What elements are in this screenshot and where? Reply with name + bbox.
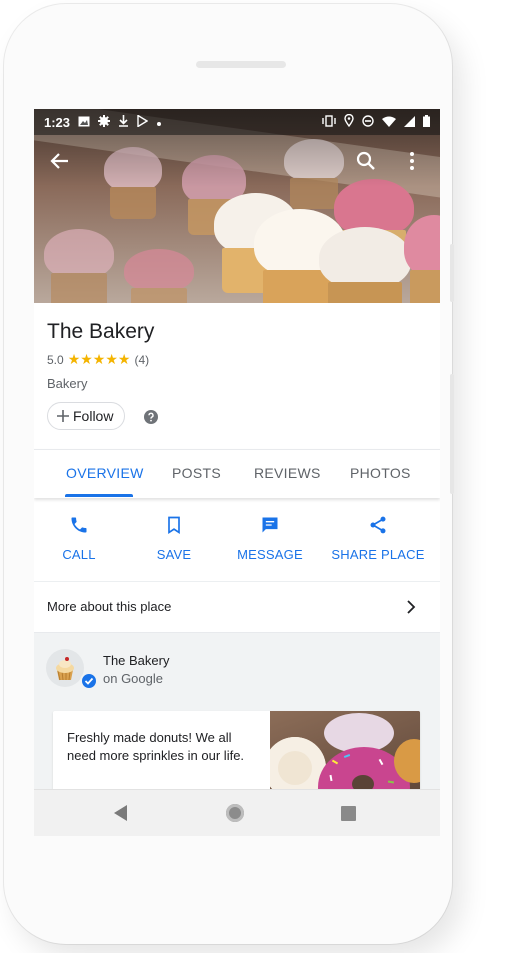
active-tab-indicator [65,494,133,497]
tab-posts[interactable]: POSTS [172,465,221,481]
vibrate-icon [322,114,336,130]
signal-icon [404,115,415,130]
avatar[interactable] [46,649,84,687]
follow-label: Follow [73,408,114,424]
phone-speaker [196,61,286,68]
back-arrow-icon[interactable] [48,149,72,173]
more-vert-icon[interactable] [404,149,420,173]
hero-photo[interactable] [34,109,440,303]
bookmark-icon [168,516,180,535]
tab-bar: OVERVIEW POSTS REVIEWS PHOTOS [34,449,440,498]
share-place-button[interactable]: SHARE PLACE [318,499,438,581]
nav-back-icon[interactable] [114,805,128,821]
tab-reviews[interactable]: REVIEWS [254,465,321,481]
search-icon[interactable] [354,149,378,173]
hero-toolbar [34,147,440,177]
action-row: CALL SAVE MESSAGE SHARE PLACE [34,499,440,582]
message-label: MESSAGE [237,547,303,562]
wifi-icon [382,115,396,130]
star-rating-icon: ★★★★★ [67,351,131,367]
plus-icon [57,410,69,422]
status-time: 1:23 [44,114,71,130]
phone-icon [71,517,87,533]
follow-button[interactable]: Follow [47,402,126,430]
volume-button [450,244,454,302]
settings-notification-icon [98,114,111,130]
cupcake-icon [56,657,74,681]
message-button[interactable]: MESSAGE [220,499,320,581]
download-icon [118,114,129,130]
tab-photos[interactable]: PHOTOS [350,465,411,481]
post-text: Freshly made donuts! We all need more sp… [67,730,245,763]
review-count: (4) [134,352,150,367]
place-name: The Bakery [47,320,155,343]
dot-icon [156,115,162,130]
location-icon [344,113,354,130]
share-place-label: SHARE PLACE [331,547,425,562]
posts-section: The Bakery on Google Freshly made donuts… [34,633,440,811]
more-about-row[interactable]: More about this place [34,582,440,633]
nav-home-icon[interactable] [226,804,244,822]
message-icon [262,517,278,533]
power-button [450,374,454,494]
call-button[interactable]: CALL [34,499,129,581]
rating-row[interactable]: 5.0 ★★★★★ (4) [47,351,149,368]
save-label: SAVE [156,547,192,562]
place-info: The Bakery 5.0 ★★★★★ (4) Bakery Follow [34,303,440,449]
tab-overview[interactable]: OVERVIEW [66,465,144,481]
owner-name[interactable]: The Bakery [103,653,169,668]
verified-badge-icon [80,672,98,690]
help-icon[interactable] [144,410,158,424]
chevron-right-icon [407,600,416,614]
more-about-label: More about this place [47,599,172,614]
hero-shade [34,109,440,303]
call-label: CALL [62,547,96,562]
do-not-disturb-icon [362,114,374,130]
phone-screen: 1:23 The Bakery 5.0 ★★★★★ (4) Bakery Fol… [34,109,440,836]
status-bar: 1:23 [34,109,440,135]
rating-value: 5.0 [47,352,64,367]
play-store-icon [137,113,149,130]
battery-icon [423,114,430,130]
nav-recents-icon[interactable] [341,806,356,821]
save-button[interactable]: SAVE [124,499,224,581]
image-notification-icon [78,115,90,130]
system-nav-bar [34,789,440,836]
owner-subtitle: on Google [103,671,163,686]
place-category: Bakery [47,376,88,391]
share-icon [370,516,386,534]
